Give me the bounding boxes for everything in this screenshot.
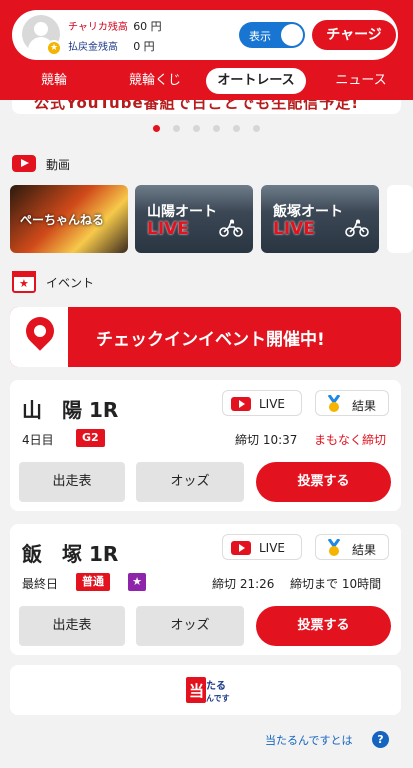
youtube-icon xyxy=(231,541,251,555)
video-title: 山陽オート xyxy=(147,204,217,220)
medal-icon xyxy=(327,539,341,556)
result-button[interactable]: 結果 xyxy=(315,390,389,416)
svg-text:たる: たる xyxy=(206,680,226,692)
atarun-banner[interactable]: 当 たる んです xyxy=(10,665,401,715)
tab-keirin-kuji[interactable]: 競輪くじ xyxy=(112,68,198,94)
svg-text:んです: んです xyxy=(206,694,230,703)
toggle-knob xyxy=(281,24,303,46)
vote-button[interactable]: 投票する xyxy=(256,606,391,646)
carousel-dot[interactable] xyxy=(213,125,220,132)
video-card-pe-channel[interactable]: ぺーちゃんねる xyxy=(10,185,128,253)
motorcycle-icon xyxy=(219,219,243,237)
live-button[interactable]: LIVE xyxy=(222,534,302,560)
star-icon: ★ xyxy=(128,573,146,591)
tab-keirin[interactable]: 競輪 xyxy=(24,68,84,94)
video-section-heading: 動画 xyxy=(12,153,132,173)
tab-news[interactable]: ニュース xyxy=(322,68,400,94)
medal-icon xyxy=(327,395,341,412)
result-button-label: 結果 xyxy=(352,399,377,413)
carousel-dot[interactable] xyxy=(233,125,240,132)
carousel-dot[interactable] xyxy=(173,125,180,132)
tab-autorace[interactable]: オートレース xyxy=(206,68,306,94)
video-card-sanyo-live[interactable]: 山陽オート LIVE xyxy=(135,185,253,253)
checkin-event-text: チェックインイベント開催中! xyxy=(96,330,325,350)
race-name: 山 陽 1R xyxy=(22,398,119,422)
atarun-info-link[interactable]: 当たるんですとは xyxy=(265,732,352,748)
live-label: LIVE xyxy=(147,219,189,239)
charge-button[interactable]: チャージ xyxy=(312,20,396,50)
carousel-dot[interactable] xyxy=(153,125,160,132)
race-day: 最終日 xyxy=(22,577,59,591)
help-icon[interactable]: ? xyxy=(372,731,389,748)
star-badge-icon: ★ xyxy=(46,40,62,56)
display-toggle-label: 表示 xyxy=(249,30,271,43)
live-button[interactable]: LIVE xyxy=(222,390,302,416)
display-toggle[interactable]: 表示 xyxy=(239,22,305,48)
live-button-label: LIVE xyxy=(259,397,286,411)
refund-balance-label: 払戻金残高 xyxy=(68,42,118,53)
charica-balance: チャリカ残高 60 円 xyxy=(68,18,162,34)
race-card-iizuka: 飯 塚 1R LIVE 結果 最終日 普通 ★ 締切 21:26 締切まで 10… xyxy=(10,524,401,655)
charica-balance-label: チャリカ残高 xyxy=(68,22,128,33)
checkin-event-banner[interactable]: チェックインイベント開催中! xyxy=(10,307,401,367)
video-title: 飯塚オート xyxy=(273,204,343,220)
deadline-status: 締切まで 10時間 xyxy=(290,577,382,591)
result-button[interactable]: 結果 xyxy=(315,534,389,560)
entries-button[interactable]: 出走表 xyxy=(19,606,125,646)
video-title: ぺーちゃんねる xyxy=(20,213,105,227)
svg-text:当: 当 xyxy=(189,682,204,700)
race-deadline: 締切 21:26 xyxy=(212,577,275,591)
promo-banner-text: 公式YouTube番組で日ごとでも生配信予定! xyxy=(34,100,360,112)
refund-balance-value: 0 円 xyxy=(133,40,155,53)
race-name: 飯 塚 1R xyxy=(22,542,119,566)
entries-button[interactable]: 出走表 xyxy=(19,462,125,502)
app-header: ★ チャリカ残高 60 円 払戻金残高 0 円 表示 チャージ 競輪 競輪くじ … xyxy=(0,0,413,100)
race-deadline: 締切 10:37 xyxy=(235,433,298,447)
result-button-label: 結果 xyxy=(352,543,377,557)
carousel-dot[interactable] xyxy=(253,125,260,132)
event-section-label: イベント xyxy=(46,276,95,290)
calendar-icon: ★ xyxy=(12,271,36,293)
carousel-dot[interactable] xyxy=(193,125,200,132)
motorcycle-icon xyxy=(345,219,369,237)
deadline-status: まもなく締切 xyxy=(314,433,387,447)
live-label: LIVE xyxy=(273,219,315,239)
event-section-heading: ★ イベント xyxy=(12,271,132,293)
category-tabs: 競輪 競輪くじ オートレース ニュース xyxy=(0,66,413,96)
vote-button[interactable]: 投票する xyxy=(256,462,391,502)
video-card-iizuka-live[interactable]: 飯塚オート LIVE xyxy=(261,185,379,253)
promo-banner[interactable]: 公式YouTube番組で日ごとでも生配信予定! xyxy=(12,100,401,114)
video-card-next[interactable] xyxy=(387,185,413,253)
grade-badge: G2 xyxy=(76,429,105,447)
youtube-icon xyxy=(12,155,36,172)
grade-badge: 普通 xyxy=(76,573,110,591)
race-day: 4日目 xyxy=(22,433,54,447)
refund-balance: 払戻金残高 0 円 xyxy=(68,38,155,54)
balance-card: ★ チャリカ残高 60 円 払戻金残高 0 円 表示 チャージ xyxy=(12,10,398,60)
race-card-sanyo: 山 陽 1R LIVE 結果 4日目 G2 締切 10:37 まもなく締切 出走… xyxy=(10,380,401,511)
charica-balance-value: 60 円 xyxy=(133,20,162,33)
atarun-logo: 当 たる んです xyxy=(186,677,230,703)
odds-button[interactable]: オッズ xyxy=(136,462,244,502)
odds-button[interactable]: オッズ xyxy=(136,606,244,646)
video-section-label: 動画 xyxy=(46,158,71,172)
live-button-label: LIVE xyxy=(259,541,286,555)
youtube-icon xyxy=(231,397,251,411)
